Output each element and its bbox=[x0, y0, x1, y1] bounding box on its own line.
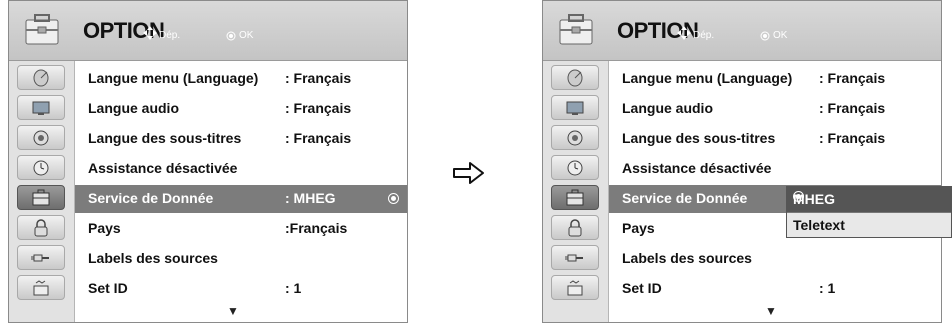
satellite-dish-icon[interactable] bbox=[551, 65, 599, 90]
row-value: : Français bbox=[819, 100, 886, 116]
menu-row-subtitle-language[interactable]: Langue des sous-titres : Français bbox=[609, 125, 941, 153]
navigate-arrows-icon bbox=[143, 26, 157, 40]
row-value: : Français bbox=[285, 100, 352, 116]
lock-icon[interactable] bbox=[17, 215, 65, 240]
radio-selected-icon bbox=[388, 193, 399, 204]
data-service-dropdown: MHEG Teletext bbox=[786, 186, 952, 238]
menu-header: OPTION Dép. OK bbox=[9, 1, 407, 61]
row-label: Set ID bbox=[622, 280, 662, 296]
scroll-down-indicator[interactable]: ▼ bbox=[765, 304, 777, 318]
ok-button-icon bbox=[760, 31, 770, 41]
row-value: : Français bbox=[285, 70, 352, 86]
row-value: : 1 bbox=[819, 280, 836, 296]
option-menu-after: OPTION Dép. OK Langue menu (Language) : F… bbox=[542, 0, 942, 323]
row-label: Langue audio bbox=[88, 100, 179, 116]
row-label: Langue menu (Language) bbox=[88, 70, 259, 86]
menu-row-audio-language[interactable]: Langue audio : Français bbox=[609, 95, 941, 123]
satellite-dish-icon[interactable] bbox=[17, 65, 65, 90]
row-label: Pays bbox=[88, 220, 121, 236]
radio-selected-icon bbox=[793, 191, 804, 202]
input-plug-icon[interactable] bbox=[17, 245, 65, 270]
row-value: : 1 bbox=[285, 280, 302, 296]
hint-ok-label: OK bbox=[239, 30, 254, 41]
clock-icon[interactable] bbox=[551, 155, 599, 180]
tv-picture-icon[interactable] bbox=[551, 95, 599, 120]
hint-move-label: Dép. bbox=[693, 30, 715, 41]
ok-button-icon bbox=[226, 31, 236, 41]
speaker-icon[interactable] bbox=[551, 125, 599, 150]
category-sidebar bbox=[9, 61, 75, 322]
row-label: Langue menu (Language) bbox=[622, 70, 793, 86]
menu-row-audio-language[interactable]: Langue audio : Français bbox=[75, 95, 407, 123]
dropdown-option-teletext[interactable]: Teletext bbox=[787, 212, 951, 237]
scroll-down-indicator[interactable]: ▼ bbox=[227, 304, 239, 318]
tv-picture-icon[interactable] bbox=[17, 95, 65, 120]
row-value: : Français bbox=[285, 130, 352, 146]
row-value: : MHEG bbox=[285, 190, 336, 206]
menu-row-assistance[interactable]: Assistance désactivée bbox=[609, 155, 941, 183]
toolbox-option-icon bbox=[559, 14, 593, 45]
menu-row-source-labels[interactable]: Labels des sources bbox=[75, 245, 407, 273]
menu-header: OPTION Dép. OK bbox=[543, 1, 941, 61]
option-menu-before: OPTION Dép. OK Langue menu (Language) : F… bbox=[8, 0, 408, 323]
row-value: : Français bbox=[819, 70, 886, 86]
row-value: :Français bbox=[285, 220, 348, 236]
hint-ok-label: OK bbox=[773, 30, 788, 41]
lock-icon[interactable] bbox=[551, 215, 599, 240]
hint-move-label: Dép. bbox=[159, 30, 181, 41]
input-plug-icon[interactable] bbox=[551, 245, 599, 270]
toolbox-option-icon[interactable] bbox=[17, 185, 65, 210]
toolbox-option-icon[interactable] bbox=[551, 185, 599, 210]
option-label: Teletext bbox=[793, 217, 845, 233]
row-label: Assistance désactivée bbox=[88, 160, 238, 176]
category-sidebar bbox=[543, 61, 609, 322]
menu-row-language[interactable]: Langue menu (Language) : Français bbox=[609, 65, 941, 93]
speaker-icon[interactable] bbox=[17, 125, 65, 150]
usb-media-icon[interactable] bbox=[551, 275, 599, 300]
toolbox-option-icon bbox=[25, 14, 59, 45]
usb-media-icon[interactable] bbox=[17, 275, 65, 300]
row-label: Pays bbox=[622, 220, 655, 236]
menu-row-set-id[interactable]: Set ID : 1 bbox=[609, 275, 941, 303]
menu-row-set-id[interactable]: Set ID : 1 bbox=[75, 275, 407, 303]
navigate-arrows-icon bbox=[677, 26, 691, 40]
clock-icon[interactable] bbox=[17, 155, 65, 180]
row-value: : Français bbox=[819, 130, 886, 146]
dropdown-option-mheg[interactable]: MHEG bbox=[787, 187, 951, 212]
row-label: Set ID bbox=[88, 280, 128, 296]
row-label: Langue audio bbox=[622, 100, 713, 116]
row-label: Langue des sous-titres bbox=[88, 130, 242, 146]
menu-row-subtitle-language[interactable]: Langue des sous-titres : Français bbox=[75, 125, 407, 153]
right-arrow-icon bbox=[453, 162, 484, 184]
row-label: Assistance désactivée bbox=[622, 160, 772, 176]
row-label: Labels des sources bbox=[88, 250, 218, 266]
row-label: Labels des sources bbox=[622, 250, 752, 266]
row-label: Service de Donnée bbox=[88, 190, 214, 206]
menu-row-source-labels[interactable]: Labels des sources bbox=[609, 245, 941, 273]
row-label: Langue des sous-titres bbox=[622, 130, 776, 146]
menu-row-data-service[interactable]: Service de Donnée : MHEG bbox=[75, 185, 407, 213]
row-label: Service de Donnée bbox=[622, 190, 748, 206]
menu-row-language[interactable]: Langue menu (Language) : Français bbox=[75, 65, 407, 93]
menu-row-assistance[interactable]: Assistance désactivée bbox=[75, 155, 407, 183]
menu-row-country[interactable]: Pays :Français bbox=[75, 215, 407, 243]
